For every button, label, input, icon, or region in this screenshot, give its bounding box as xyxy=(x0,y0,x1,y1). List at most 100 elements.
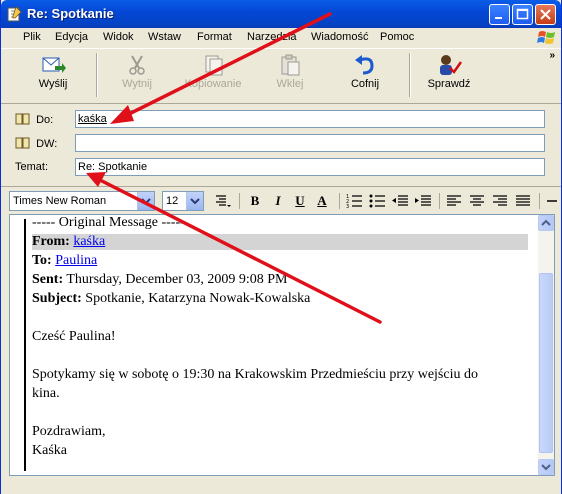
compose-window: Re: Spotkanie Plik Edycja Widok Wstaw Fo… xyxy=(0,0,562,494)
toolbar: Wyślij Wytnij Kopiowanie Wklej Cofnij Sp… xyxy=(1,48,561,104)
to-link[interactable]: Paulina xyxy=(55,253,97,268)
undo-label: Cofnij xyxy=(350,78,380,90)
cut-label: Wytnij xyxy=(122,78,152,90)
horizontal-line-button[interactable] xyxy=(543,193,561,209)
message-signature: Kaśka xyxy=(32,443,67,458)
increase-indent-icon xyxy=(415,195,431,206)
menu-insert[interactable]: Wstaw xyxy=(148,31,181,43)
undo-icon xyxy=(355,55,374,75)
font-size-value: 12 xyxy=(166,195,179,207)
maximize-icon xyxy=(516,8,529,20)
justify-button[interactable] xyxy=(514,193,532,209)
to-quoted-label: To: xyxy=(32,253,52,268)
copy-button[interactable]: Kopiowanie xyxy=(183,52,243,100)
title-bar[interactable]: Re: Spotkanie xyxy=(1,0,561,28)
paste-button[interactable]: Wklej xyxy=(260,52,320,100)
vertical-scrollbar[interactable] xyxy=(538,215,554,475)
spell-check-label: Sprawdź xyxy=(427,78,471,90)
copy-icon xyxy=(205,55,223,76)
minimize-button[interactable] xyxy=(489,4,510,25)
toolbar-overflow-icon[interactable]: » xyxy=(549,50,555,61)
close-icon xyxy=(540,9,551,20)
menu-message[interactable]: Wiadomość xyxy=(311,31,368,43)
align-center-button[interactable] xyxy=(468,193,486,209)
send-button[interactable]: Wyślij xyxy=(23,52,83,100)
toolbar-separator xyxy=(96,53,98,97)
decrease-indent-button[interactable] xyxy=(391,193,409,209)
quoted-to-line: To: Paulina xyxy=(32,253,97,269)
to-recipient[interactable]: kaśka xyxy=(78,113,107,125)
numbered-list-icon: 123 xyxy=(346,194,362,210)
menu-help[interactable]: Pomoc xyxy=(380,31,414,43)
to-field[interactable]: kaśka xyxy=(75,110,545,128)
from-link[interactable]: kaśka xyxy=(73,234,105,249)
svg-text:3: 3 xyxy=(346,204,349,209)
paste-icon xyxy=(281,54,300,76)
mail-compose-icon xyxy=(7,6,22,22)
chevron-down-icon[interactable] xyxy=(186,192,203,210)
underline-button[interactable]: U xyxy=(291,193,309,209)
from-label: From: xyxy=(32,234,70,249)
align-left-icon xyxy=(447,195,461,206)
scroll-down-button[interactable] xyxy=(538,459,554,475)
horizontal-line-icon xyxy=(547,200,557,202)
menu-format[interactable]: Format xyxy=(197,31,232,43)
maximize-button[interactable] xyxy=(512,4,533,25)
paragraph-style-icon xyxy=(216,195,231,207)
toolbar-separator xyxy=(409,53,411,97)
chevron-down-icon[interactable] xyxy=(137,192,154,210)
message-body-editor[interactable]: ----- Original Message ----- From: kaśka… xyxy=(9,214,555,476)
menu-tools[interactable]: Narzędzia xyxy=(247,31,297,43)
copy-label: Kopiowanie xyxy=(184,78,242,90)
quote-bar xyxy=(24,219,26,471)
scroll-thumb[interactable] xyxy=(539,273,553,453)
close-button[interactable] xyxy=(535,4,556,25)
paragraph-style-button[interactable] xyxy=(213,193,231,209)
numbered-list-button[interactable]: 123 xyxy=(345,193,363,210)
cc-label: DW: xyxy=(36,138,58,150)
formatting-toolbar: Times New Roman 12 B I U A 123 xyxy=(1,186,561,215)
increase-indent-button[interactable] xyxy=(414,193,432,209)
chevron-down-icon xyxy=(541,464,551,471)
toolbar-separator xyxy=(339,193,340,209)
bold-button[interactable]: B xyxy=(246,193,264,209)
cut-button[interactable]: Wytnij xyxy=(107,52,167,100)
align-right-icon xyxy=(493,195,507,206)
menu-bar: Plik Edycja Widok Wstaw Format Narzędzia… xyxy=(1,28,561,48)
undo-button[interactable]: Cofnij xyxy=(335,52,395,100)
justify-icon xyxy=(516,195,530,206)
subject-quoted-label: Subject: xyxy=(32,291,82,306)
font-color-button[interactable]: A xyxy=(313,193,331,209)
subject-label: Temat: xyxy=(15,161,49,173)
bullet-list-button[interactable] xyxy=(368,193,386,209)
menu-file[interactable]: Plik xyxy=(23,31,41,43)
cc-field[interactable] xyxy=(75,134,545,152)
menu-view[interactable]: Widok xyxy=(103,31,134,43)
subject-value: Re: Spotkanie xyxy=(78,161,148,173)
sent-label: Sent: xyxy=(32,272,64,287)
align-left-button[interactable] xyxy=(445,193,463,209)
original-message-header: ----- Original Message ----- xyxy=(32,215,185,230)
spell-check-button[interactable]: Sprawdź xyxy=(419,52,479,100)
cc-label-group[interactable]: DW: xyxy=(15,137,57,150)
quoted-subject-line: Subject: Spotkanie, Katarzyna Nowak-Kowa… xyxy=(32,291,310,307)
toolbar-separator xyxy=(539,193,540,209)
italic-button[interactable]: I xyxy=(269,193,287,209)
window-title: Re: Spotkanie xyxy=(27,6,114,21)
status-bar xyxy=(1,478,561,494)
subject-field[interactable]: Re: Spotkanie xyxy=(75,158,545,176)
send-label: Wyślij xyxy=(38,78,68,90)
to-label: Do: xyxy=(36,114,54,126)
font-family-select[interactable]: Times New Roman xyxy=(9,191,155,211)
to-label-group[interactable]: Do: xyxy=(15,113,53,126)
toolbar-separator xyxy=(239,193,240,209)
decrease-indent-icon xyxy=(392,195,408,206)
align-right-button[interactable] xyxy=(491,193,509,209)
font-size-select[interactable]: 12 xyxy=(162,191,204,211)
send-icon xyxy=(42,57,66,73)
scissors-icon xyxy=(129,55,145,75)
menu-edit[interactable]: Edycja xyxy=(55,31,88,43)
scroll-up-button[interactable] xyxy=(538,215,554,231)
quoted-sent-line: Sent: Thursday, December 03, 2009 9:08 P… xyxy=(32,272,287,288)
font-family-value: Times New Roman xyxy=(13,195,107,207)
